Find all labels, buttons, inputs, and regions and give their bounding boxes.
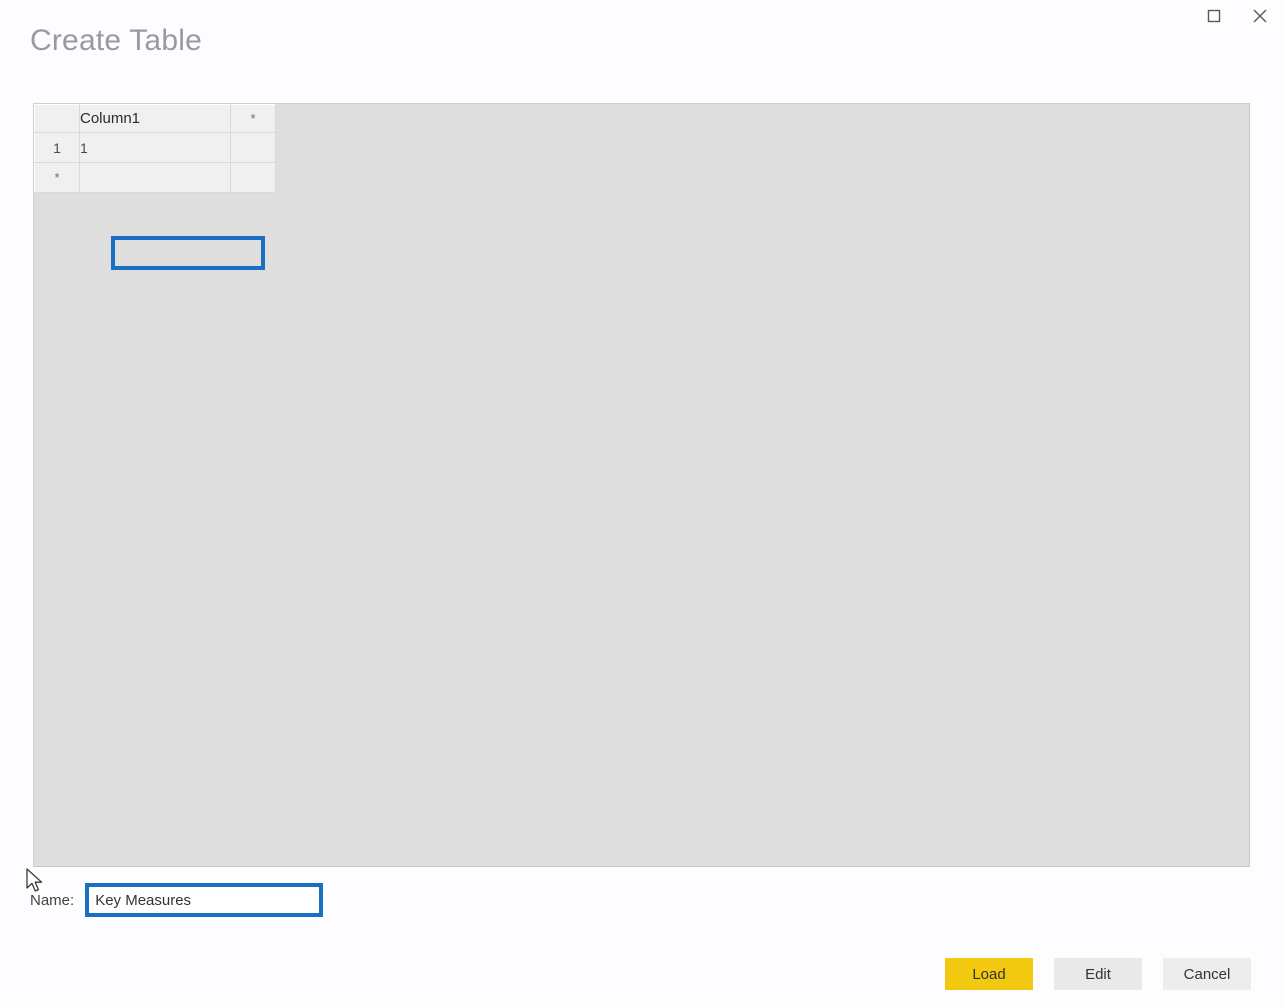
cell-new-star[interactable] bbox=[230, 162, 276, 193]
row-header-1[interactable]: 1 bbox=[34, 132, 80, 163]
add-column-header[interactable]: * bbox=[230, 104, 276, 133]
window-controls bbox=[1191, 0, 1283, 32]
close-icon bbox=[1252, 8, 1268, 24]
table-row: 1 1 bbox=[34, 132, 276, 163]
page-title: Create Table bbox=[30, 24, 202, 57]
column-header-column1[interactable]: Column1 bbox=[79, 104, 231, 133]
cell-row1-column1[interactable]: 1 bbox=[79, 132, 231, 163]
table-editor-panel: Column1 * 1 1 * bbox=[33, 103, 1250, 867]
name-input-wrapper[interactable] bbox=[85, 883, 324, 917]
close-button[interactable] bbox=[1237, 0, 1283, 32]
name-input[interactable] bbox=[89, 887, 320, 913]
table-header-row: Column1 * bbox=[34, 104, 276, 133]
select-all-header[interactable] bbox=[34, 104, 80, 133]
maximize-button[interactable] bbox=[1191, 0, 1237, 32]
selected-cell-highlight bbox=[111, 236, 265, 270]
table-row: * bbox=[34, 162, 276, 193]
cancel-button[interactable]: Cancel bbox=[1163, 958, 1251, 990]
dialog-footer: Load Edit Cancel bbox=[945, 958, 1251, 990]
cell-new-column1[interactable] bbox=[79, 162, 231, 193]
cell-row1-star[interactable] bbox=[230, 132, 276, 163]
square-icon bbox=[1207, 9, 1221, 23]
load-button[interactable]: Load bbox=[945, 958, 1033, 990]
create-table-grid: Column1 * 1 1 * bbox=[34, 104, 276, 193]
name-row: Name: bbox=[30, 883, 324, 917]
edit-button[interactable]: Edit bbox=[1054, 958, 1142, 990]
name-label: Name: bbox=[30, 891, 75, 909]
row-header-new[interactable]: * bbox=[34, 162, 80, 193]
